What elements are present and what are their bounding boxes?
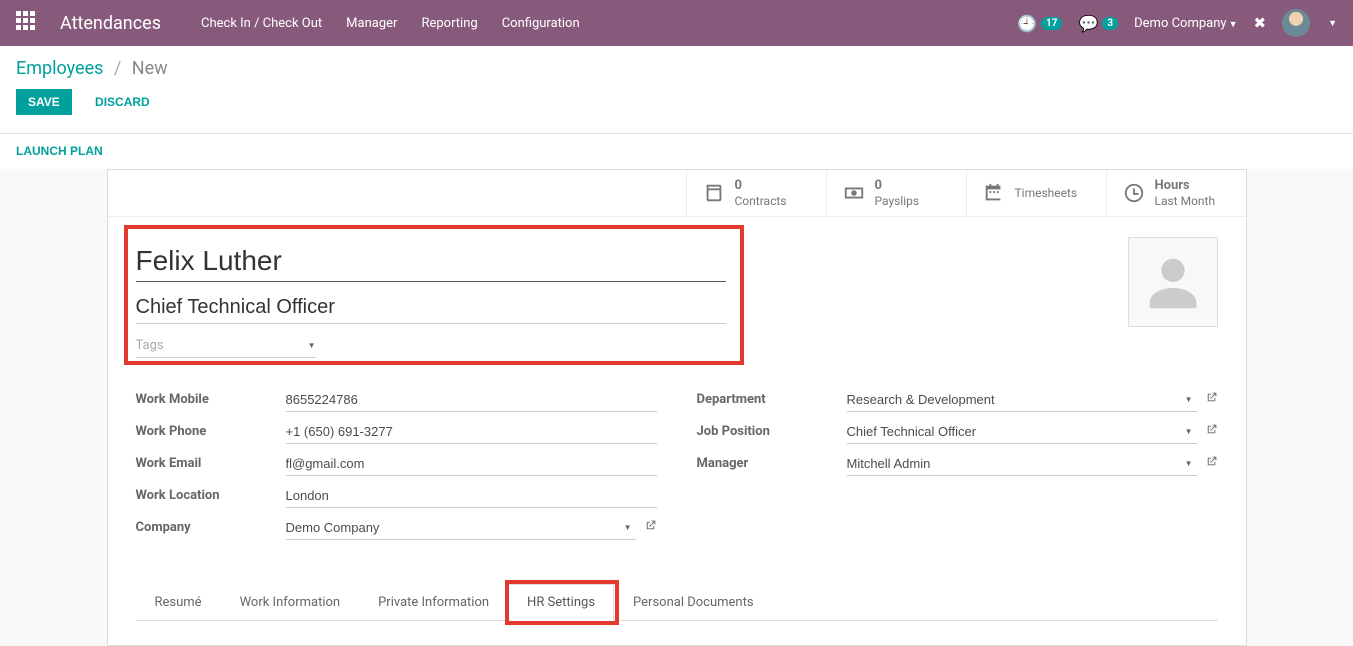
control-panel: Employees / New SAVE DISCARD bbox=[0, 46, 1353, 123]
launch-plan-button[interactable]: LAUNCH PLAN bbox=[16, 144, 103, 158]
right-column: Department ▼ Job Position ▼ Manager ▼ bbox=[697, 388, 1218, 548]
field-input[interactable] bbox=[847, 392, 1181, 407]
stat-timesheets[interactable]: Timesheets bbox=[966, 170, 1106, 216]
field-label: Manager bbox=[697, 456, 847, 471]
left-column: Work Mobile Work Phone Work Email Work Loca… bbox=[136, 388, 657, 548]
field-label: Company bbox=[136, 520, 286, 535]
field-row: Company ▼ bbox=[136, 516, 657, 540]
field-department[interactable]: ▼ bbox=[847, 388, 1197, 412]
field-row: Work Email bbox=[136, 452, 657, 476]
field-work-location[interactable] bbox=[286, 484, 657, 508]
employee-name-input[interactable] bbox=[136, 241, 726, 282]
topbar: Attendances Check In / Check Out Manager… bbox=[0, 0, 1353, 46]
employee-photo[interactable] bbox=[1128, 237, 1218, 327]
book-icon bbox=[703, 182, 725, 204]
field-label: Department bbox=[697, 392, 847, 407]
field-label: Work Location bbox=[136, 488, 286, 503]
job-title-input[interactable] bbox=[136, 292, 726, 324]
calendar-icon bbox=[983, 182, 1005, 204]
tab-work-information[interactable]: Work Information bbox=[221, 584, 360, 620]
external-link-icon[interactable] bbox=[1205, 455, 1218, 472]
menu-reporting[interactable]: Reporting bbox=[421, 16, 477, 31]
field-company[interactable]: ▼ bbox=[286, 516, 636, 540]
breadcrumb-current: New bbox=[132, 58, 168, 79]
field-row: Work Phone bbox=[136, 420, 657, 444]
breadcrumb-root[interactable]: Employees bbox=[16, 58, 103, 79]
field-row: Work Location bbox=[136, 484, 657, 508]
field-label: Work Phone bbox=[136, 424, 286, 439]
tab-resum-[interactable]: Resumé bbox=[136, 584, 221, 620]
external-link-icon[interactable] bbox=[644, 519, 657, 536]
field-job-position[interactable]: ▼ bbox=[847, 420, 1197, 444]
field-label: Work Mobile bbox=[136, 392, 286, 407]
chat-icon: 💬 bbox=[1078, 14, 1098, 33]
field-row: Work Mobile bbox=[136, 388, 657, 412]
menu-config[interactable]: Configuration bbox=[502, 16, 580, 31]
stat-contracts[interactable]: 0Contracts bbox=[686, 170, 826, 216]
menu-manager[interactable]: Manager bbox=[346, 16, 397, 31]
nav-menu: Check In / Check Out Manager Reporting C… bbox=[201, 16, 580, 31]
discard-button[interactable]: DISCARD bbox=[83, 89, 162, 115]
tags-placeholder: Tags bbox=[136, 338, 164, 353]
menu-check[interactable]: Check In / Check Out bbox=[201, 16, 322, 31]
activity-button[interactable]: 🕘 17 bbox=[1017, 14, 1062, 33]
chevron-down-icon[interactable]: ▼ bbox=[1328, 18, 1337, 29]
tab-personal-documents[interactable]: Personal Documents bbox=[614, 584, 773, 620]
app-title: Attendances bbox=[60, 13, 161, 34]
field-work-mobile[interactable] bbox=[286, 388, 657, 412]
clock-icon: 🕘 bbox=[1017, 14, 1037, 33]
company-switcher[interactable]: Demo Company▼ bbox=[1134, 16, 1237, 31]
tab-private-information[interactable]: Private Information bbox=[359, 584, 508, 620]
chevron-down-icon[interactable]: ▼ bbox=[1181, 427, 1197, 436]
topbar-right: 🕘 17 💬 3 Demo Company▼ ✖ ▼ bbox=[1017, 9, 1337, 37]
field-row: Department ▼ bbox=[697, 388, 1218, 412]
messages-button[interactable]: 💬 3 bbox=[1078, 14, 1118, 33]
field-input[interactable] bbox=[286, 488, 657, 503]
form-sheet: 0Contracts 0Payslips Timesheets HoursLas… bbox=[107, 169, 1247, 646]
form-view: 0Contracts 0Payslips Timesheets HoursLas… bbox=[0, 169, 1353, 646]
field-input[interactable] bbox=[286, 456, 657, 471]
field-input[interactable] bbox=[286, 424, 657, 439]
chevron-down-icon[interactable]: ▼ bbox=[620, 523, 636, 532]
apps-icon[interactable] bbox=[16, 11, 40, 35]
activity-count: 17 bbox=[1041, 17, 1062, 30]
fields-grid: Work Mobile Work Phone Work Email Work Loca… bbox=[136, 388, 1218, 548]
field-input[interactable] bbox=[847, 424, 1181, 439]
field-label: Work Email bbox=[136, 456, 286, 471]
tabs: ResuméWork InformationPrivate Informatio… bbox=[136, 584, 1218, 621]
stat-payslips[interactable]: 0Payslips bbox=[826, 170, 966, 216]
stat-buttons: 0Contracts 0Payslips Timesheets HoursLas… bbox=[108, 170, 1246, 217]
chevron-down-icon[interactable]: ▼ bbox=[1181, 395, 1197, 404]
save-button[interactable]: SAVE bbox=[16, 89, 72, 115]
field-label: Job Position bbox=[697, 424, 847, 439]
field-row: Job Position ▼ bbox=[697, 420, 1218, 444]
chevron-down-icon[interactable]: ▼ bbox=[1181, 459, 1197, 468]
field-input[interactable] bbox=[847, 456, 1181, 471]
chevron-down-icon: ▼ bbox=[308, 341, 316, 350]
debug-icon[interactable]: ✖ bbox=[1254, 14, 1267, 32]
clock-icon bbox=[1123, 182, 1145, 204]
field-input[interactable] bbox=[286, 520, 620, 535]
field-work-email[interactable] bbox=[286, 452, 657, 476]
external-link-icon[interactable] bbox=[1205, 391, 1218, 408]
breadcrumb: Employees / New bbox=[16, 58, 1337, 79]
field-manager[interactable]: ▼ bbox=[847, 452, 1197, 476]
money-icon bbox=[843, 182, 865, 204]
tab-hr-settings[interactable]: HR Settings bbox=[508, 584, 614, 621]
field-row: Manager ▼ bbox=[697, 452, 1218, 476]
tags-field[interactable]: Tags ▼ bbox=[136, 334, 316, 358]
chevron-down-icon: ▼ bbox=[1229, 20, 1238, 30]
messages-count: 3 bbox=[1102, 17, 1118, 30]
external-link-icon[interactable] bbox=[1205, 423, 1218, 440]
person-placeholder-icon bbox=[1138, 247, 1208, 317]
field-work-phone[interactable] bbox=[286, 420, 657, 444]
field-input[interactable] bbox=[286, 392, 657, 407]
user-avatar[interactable] bbox=[1282, 9, 1310, 37]
stat-hours[interactable]: HoursLast Month bbox=[1106, 170, 1246, 216]
